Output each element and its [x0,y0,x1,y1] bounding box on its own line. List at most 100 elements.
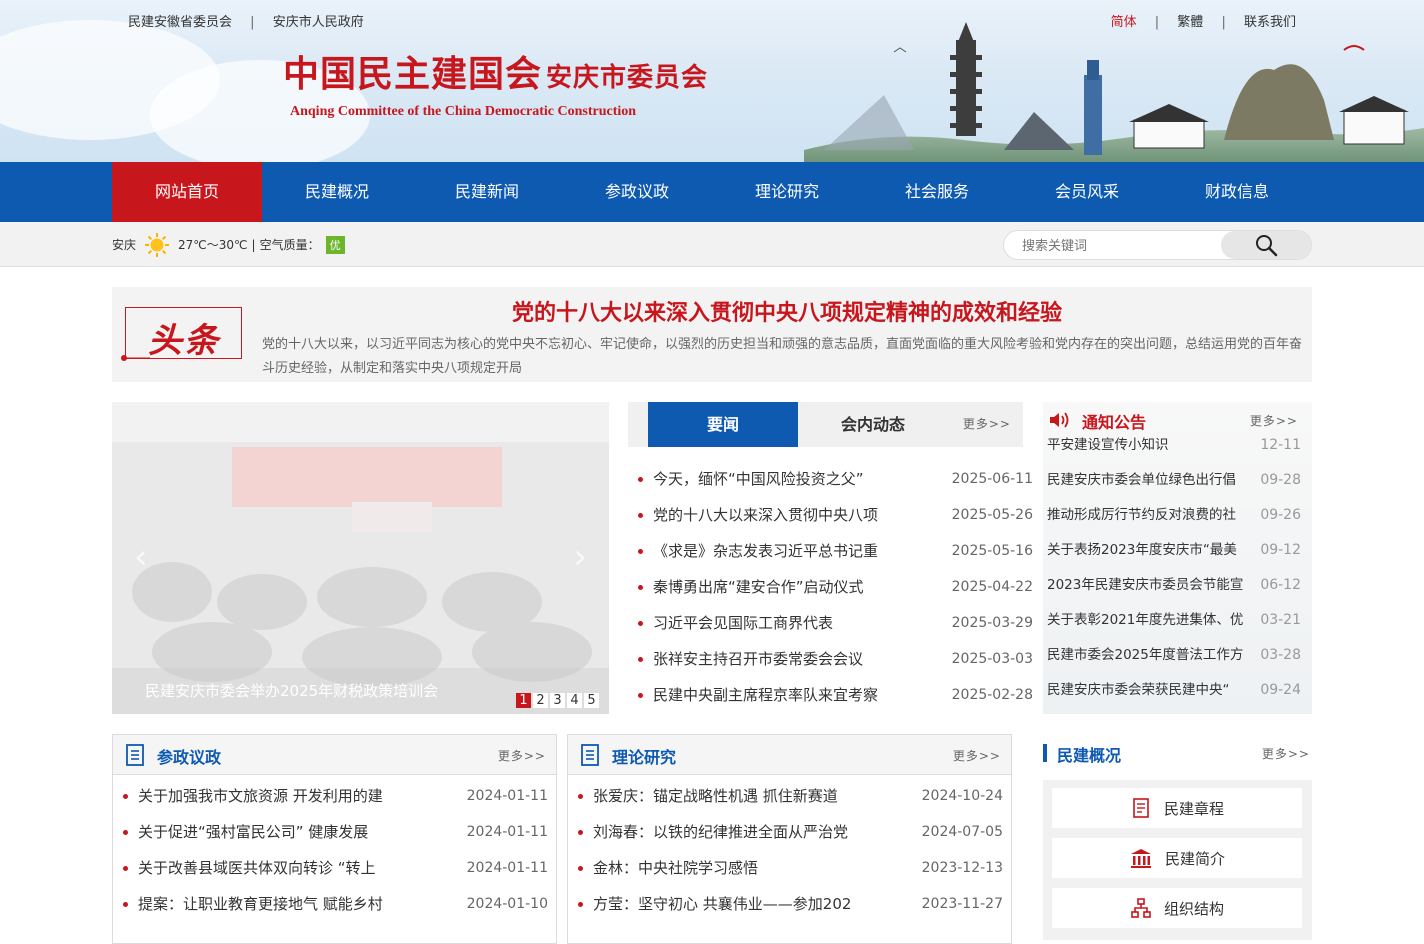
news-date: 2025-04-22 [951,579,1033,595]
list-item[interactable]: 习近平会见国际工商界代表 2025-03-29 [628,605,1033,641]
introduction-button[interactable]: 民建简介 [1052,838,1302,878]
theory-panel-header: 理论研究 更多>> [568,735,1011,775]
list-item[interactable]: 关于表彰2021年度先进集体、优 03-21 [1043,603,1305,638]
tab-headlines[interactable]: 要闻 [648,402,798,447]
section-marker [1043,744,1047,762]
politics-panel-title: 参政议政 [157,748,222,767]
news-title[interactable]: 习近平会见国际工商界代表 [653,605,833,641]
slider-page[interactable]: 2 [533,693,548,708]
list-item[interactable]: 2023年民建安庆市委员会节能宣 06-12 [1043,568,1305,603]
list-item[interactable]: 关于促进“强村富民公司” 健康发展 2024-01-11 [113,814,548,850]
news-tabs: 要闻 会内动态 更多>> [628,402,1023,447]
list-item[interactable]: 平安建设宣传小知识 12-11 [1043,428,1305,463]
nav-theory[interactable]: 理论研究 [712,162,862,222]
notice-item-date: 03-21 [1260,612,1301,628]
theory-panel: 理论研究 更多>> 张爱庆：锚定战略性机遇 抓住新赛道 2024-10-24 刘海… [567,734,1012,944]
link-anqing-government[interactable]: 安庆市人民政府 [273,15,364,30]
sun-icon [145,232,170,257]
list-item[interactable]: 今天，缅怀“中国风险投资之父” 2025-06-11 [628,461,1033,497]
slider-page[interactable]: 4 [567,693,582,708]
politics-item-title[interactable]: 关于改善县域医共体双向转诊 “转上 [138,850,408,886]
search-button[interactable] [1221,231,1311,259]
list-item[interactable]: 民建安庆市委会单位绿色出行倡 09-28 [1043,463,1305,498]
theory-more-link[interactable]: 更多>> [953,747,1001,764]
politics-more-link[interactable]: 更多>> [498,747,546,764]
list-item[interactable]: 提案：让职业教育更接地气 赋能乡村 2024-01-10 [113,886,548,922]
notice-more-link[interactable]: 更多>> [1250,412,1298,429]
nav-news[interactable]: 民建新闻 [412,162,562,222]
organization-label: 组织结构 [1163,899,1224,918]
theory-item-title[interactable]: 金林：中央社院学习感悟 [593,850,863,886]
organization-button[interactable]: 组织结构 [1052,888,1302,928]
list-item[interactable]: 关于改善县域医共体双向转诊 “转上 2024-01-11 [113,850,548,886]
news-title[interactable]: 党的十八大以来深入贯彻中央八项 [653,497,878,533]
list-item[interactable]: 《求是》杂志发表习近平总书记重 2025-05-16 [628,533,1033,569]
news-title[interactable]: 秦博勇出席“建安合作”启动仪式 [653,569,864,605]
news-date: 2025-03-03 [951,651,1033,667]
list-item[interactable]: 推动形成厉行节约反对浪费的社 09-26 [1043,498,1305,533]
nav-social-service[interactable]: 社会服务 [862,162,1012,222]
headline-title[interactable]: 党的十八大以来深入贯彻中央八项规定精神的成效和经验 [262,295,1312,327]
slider-next-arrow[interactable]: › [573,537,587,577]
nav-finance[interactable]: 财政信息 [1162,162,1312,222]
list-item[interactable]: 张爱庆：锚定战略性机遇 抓住新赛道 2024-10-24 [568,778,1003,814]
slider-prev-arrow[interactable]: ‹ [134,537,148,577]
politics-item-date: 2024-01-10 [466,896,548,912]
charter-button[interactable]: 民建章程 [1052,788,1302,828]
list-item[interactable]: 民建中央副主席程京率队来宜考察 2025-02-28 [628,677,1033,713]
notice-item-title[interactable]: 关于表彰2021年度先进集体、优 [1047,603,1251,638]
nav-politics[interactable]: 参政议政 [562,162,712,222]
overview-more-link[interactable]: 更多>> [1262,745,1310,762]
photo-slider[interactable]: ‹ › 民建安庆市委会举办2025年财税政策培训会 1 2 3 4 5 [112,402,609,714]
site-logo[interactable]: 中国民主建国会 安庆市委员会 [283,45,708,97]
list-item[interactable]: 秦博勇出席“建安合作”启动仪式 2025-04-22 [628,569,1033,605]
tab-internal-news[interactable]: 会内动态 [798,402,948,447]
news-title[interactable]: 张祥安主持召开市委常委会会议 [653,641,863,677]
overview-section: 民建概况 更多>> 民建章程 民建简介 组织结构 [1043,734,1312,944]
notice-item-title[interactable]: 2023年民建安庆市委员会节能宣 [1047,568,1251,603]
list-item[interactable]: 民建安庆市委会荣获民建中央“ 09-24 [1043,673,1305,708]
slider-caption[interactable]: 民建安庆市委会举办2025年财税政策培训会 [145,680,438,701]
introduction-label: 民建简介 [1164,849,1225,868]
news-title[interactable]: 民建中央副主席程京率队来宜考察 [653,677,878,713]
badge-decoration [121,355,150,361]
notice-item-title[interactable]: 关于表扬2023年度安庆市“最美 [1047,533,1251,568]
slider-page[interactable]: 1 [516,693,531,708]
link-anhui-committee[interactable]: 民建安徽省委员会 [128,15,232,30]
notice-item-title[interactable]: 民建安庆市委会荣获民建中央“ [1047,673,1251,708]
list-item[interactable]: 张祥安主持召开市委常委会会议 2025-03-03 [628,641,1033,677]
list-item[interactable]: 刘海春：以铁的纪律推进全面从严治党 2024-07-05 [568,814,1003,850]
slider-page[interactable]: 5 [584,693,599,708]
nav-home[interactable]: 网站首页 [112,162,262,222]
notice-item-title[interactable]: 民建安庆市委会单位绿色出行倡 [1047,463,1251,498]
building-icon [1130,849,1151,868]
news-more-link[interactable]: 更多>> [963,415,1011,432]
theory-item-title[interactable]: 方莹：坚守初心 共襄伟业——参加202 [593,886,863,922]
theory-item-title[interactable]: 刘海春：以铁的纪律推进全面从严治党 [593,814,863,850]
list-item[interactable]: 关于表扬2023年度安庆市“最美 09-12 [1043,533,1305,568]
list-item[interactable]: 民建市委会2025年度普法工作方 03-28 [1043,638,1305,673]
top-links: 民建安徽省委员会 | 安庆市人民政府 [128,11,364,30]
politics-item-title[interactable]: 提案：让职业教育更接地气 赋能乡村 [138,886,408,922]
notice-item-title[interactable]: 推动形成厉行节约反对浪费的社 [1047,498,1251,533]
politics-item-title[interactable]: 关于加强我市文旅资源 开发利用的建 [138,778,408,814]
news-title[interactable]: 今天，缅怀“中国风险投资之父” [653,461,864,497]
slider-page[interactable]: 3 [550,693,565,708]
search-input[interactable] [1004,231,1224,259]
theory-item-date: 2023-12-13 [921,860,1003,876]
news-date: 2025-06-11 [951,471,1033,487]
list-item[interactable]: 关于加强我市文旅资源 开发利用的建 2024-01-11 [113,778,548,814]
overview-title: 民建概况 [1057,746,1122,765]
list-item[interactable]: 党的十八大以来深入贯彻中央八项 2025-05-26 [628,497,1033,533]
notice-item-title[interactable]: 民建市委会2025年度普法工作方 [1047,638,1251,673]
news-title[interactable]: 《求是》杂志发表习近平总书记重 [653,533,878,569]
theory-item-date: 2024-10-24 [921,788,1003,804]
list-item[interactable]: 方莹：坚守初心 共襄伟业——参加202 2023-11-27 [568,886,1003,922]
nav-overview[interactable]: 民建概况 [262,162,412,222]
notice-item-title[interactable]: 平安建设宣传小知识 [1047,428,1251,463]
bullet [123,794,128,799]
politics-item-title[interactable]: 关于促进“强村富民公司” 健康发展 [138,814,408,850]
theory-item-title[interactable]: 张爱庆：锚定战略性机遇 抓住新赛道 [593,778,863,814]
nav-members[interactable]: 会员风采 [1012,162,1162,222]
list-item[interactable]: 金林：中央社院学习感悟 2023-12-13 [568,850,1003,886]
